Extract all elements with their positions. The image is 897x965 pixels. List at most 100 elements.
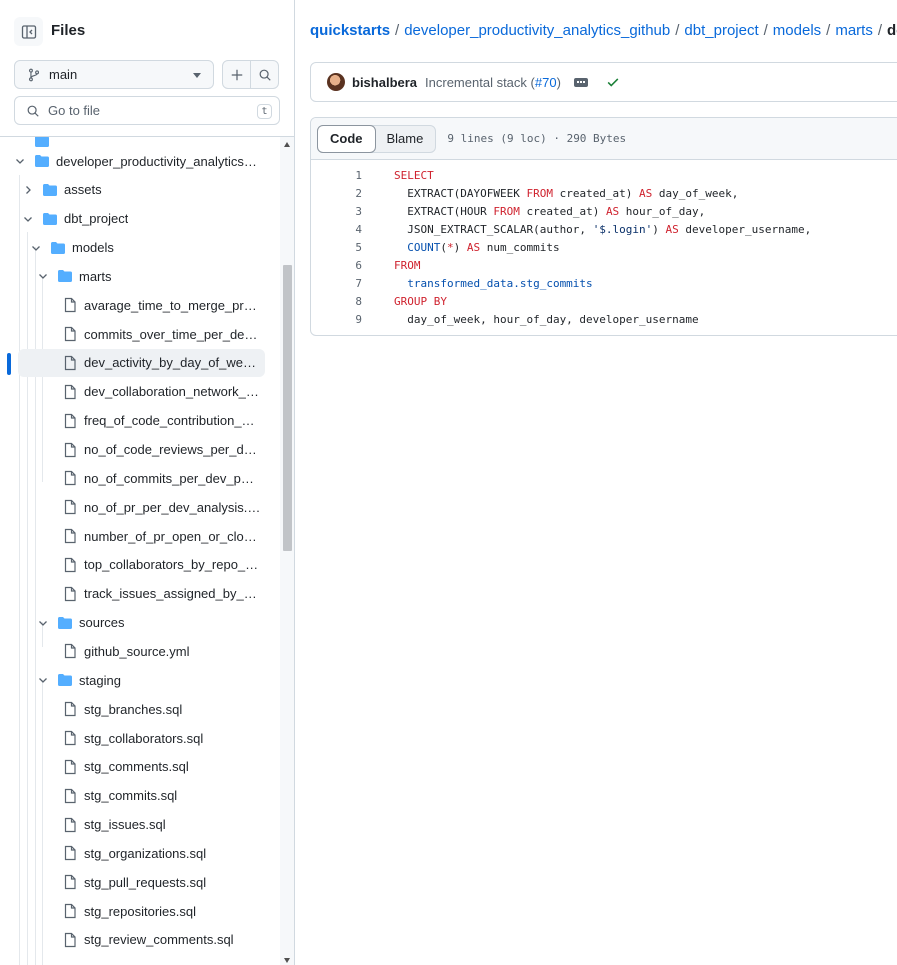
tree-file-stg-comments-sql[interactable]: stg_comments.sql: [0, 753, 265, 781]
add-file-button[interactable]: [222, 60, 251, 89]
tree-file-stg-pull-requests-sql[interactable]: stg_pull_requests.sql: [0, 868, 265, 896]
tree-item-label: top_collaborators_by_repo_…: [84, 557, 259, 573]
breadcrumb-link[interactable]: developer_productivity_analytics_github: [404, 22, 670, 39]
line-number[interactable]: 7: [311, 277, 362, 290]
tree-file-avarage-time-to-merge-pr[interactable]: avarage_time_to_merge_pr…: [0, 291, 265, 319]
tree-file-no-of-pr-per-dev-analysis[interactable]: no_of_pr_per_dev_analysis.…: [0, 493, 265, 521]
file-icon: [64, 384, 76, 399]
code-token: day_of_week, hour_of_day, developer_user…: [394, 312, 699, 326]
folder-icon: [58, 674, 72, 687]
go-to-file-input[interactable]: Go to file t: [14, 96, 280, 125]
tree-folder-staging[interactable]: staging: [0, 666, 265, 694]
scroll-up-arrow-icon[interactable]: [284, 142, 290, 147]
tree-folder-assets[interactable]: assets: [0, 176, 265, 204]
tree-item-label: staging: [79, 672, 121, 688]
tree-item-label: assets: [64, 182, 102, 198]
tree-file-top-collaborators-by-repo[interactable]: top_collaborators_by_repo_…: [0, 551, 265, 579]
sidebar-header: Files main Go to file t: [0, 0, 294, 137]
tree-file-github-source-yml[interactable]: github_source.yml: [0, 637, 265, 665]
tab-code[interactable]: Code: [317, 124, 376, 153]
file-icon: [64, 355, 76, 371]
code-line: 1 SELECT: [311, 166, 897, 184]
file-icon: [64, 557, 76, 572]
code-token: hour_of_day,: [619, 204, 706, 218]
tree-item-label: stg_commits.sql: [84, 788, 178, 804]
breadcrumb-root-link[interactable]: quickstarts: [310, 22, 390, 39]
chevron-down-icon: [39, 274, 47, 280]
line-number[interactable]: 5: [311, 241, 362, 254]
code-line: 6 FROM: [311, 256, 897, 274]
tree-item-label: track_issues_assigned_by_…: [84, 586, 257, 602]
search-files-button[interactable]: [250, 60, 279, 89]
collapse-sidebar-button[interactable]: [14, 17, 43, 46]
tree-item-label: stg_collaborators.sql: [84, 730, 204, 746]
code-text: COUNT(*) AS num_commits: [362, 240, 559, 254]
code-line: 3 EXTRACT(HOUR FROM created_at) AS hour_…: [311, 202, 897, 220]
tree-file-stg-branches-sql[interactable]: stg_branches.sql: [0, 695, 265, 723]
pr-link[interactable]: #70: [535, 75, 557, 90]
line-number[interactable]: 9: [311, 313, 362, 326]
line-number[interactable]: 6: [311, 259, 362, 272]
tree-folder-marts[interactable]: marts: [0, 262, 265, 290]
tree-scrollbar-thumb[interactable]: [283, 265, 292, 551]
line-number[interactable]: 8: [311, 295, 362, 308]
breadcrumb-link[interactable]: dbt_project: [684, 22, 758, 39]
tree-folder-models[interactable]: models: [0, 234, 265, 262]
file-icon: [64, 586, 76, 601]
breadcrumb-link[interactable]: models: [773, 22, 821, 39]
tree-file-stg-commits-sql[interactable]: stg_commits.sql: [0, 782, 265, 810]
tree-item-label: stg_comments.sql: [84, 759, 189, 775]
line-number[interactable]: 4: [311, 223, 362, 236]
file-icon: [64, 413, 76, 428]
code-token: EXTRACT(DAYOFWEEK: [394, 186, 527, 200]
tree-file-no-of-commits-per-dev-p[interactable]: no_of_commits_per_dev_p…: [0, 464, 265, 492]
avatar[interactable]: [327, 73, 345, 91]
commit-author[interactable]: bishalbera: [352, 75, 417, 90]
commit-message[interactable]: Incremental stack (#70): [425, 75, 561, 90]
tree-file-no-of-code-reviews-per-d[interactable]: no_of_code_reviews_per_d…: [0, 436, 265, 464]
file-icon: [64, 702, 76, 717]
breadcrumb-separator: /: [826, 22, 831, 39]
tree-file-stg-issues-sql[interactable]: stg_issues.sql: [0, 811, 265, 839]
tree-scrollbar[interactable]: [280, 137, 294, 965]
branch-selector[interactable]: main: [14, 60, 214, 89]
code-token: created_at): [519, 204, 606, 218]
tree-file-track-issues-assigned-by[interactable]: track_issues_assigned_by_…: [0, 580, 265, 608]
file-icon: [64, 759, 76, 774]
keyboard-shortcut-hint: t: [257, 104, 272, 119]
tab-blame[interactable]: Blame: [375, 126, 436, 152]
tree-item-label: marts: [79, 268, 112, 284]
tree-file-stg-review-comments-sql[interactable]: stg_review_comments.sql: [0, 926, 265, 954]
check-icon[interactable]: [606, 75, 620, 89]
tree-folder-developer-productivity-analytics[interactable]: developer_productivity_analytics…: [0, 147, 265, 175]
tree-folder-dbt-project[interactable]: dbt_project: [0, 205, 265, 233]
file-icon: [64, 644, 76, 659]
search-icon: [259, 69, 271, 81]
tree-file-dev-collaboration-network[interactable]: dev_collaboration_network_…: [0, 378, 265, 406]
sidebar-collapse-icon: [21, 24, 36, 39]
breadcrumb-link[interactable]: marts: [835, 22, 873, 39]
folder-icon: [35, 155, 49, 167]
tree-file-dev-activity-by-day-of-we[interactable]: dev_activity_by_day_of_we…: [18, 348, 265, 377]
line-number[interactable]: 1: [311, 169, 362, 182]
tree-folder-sources[interactable]: sources: [0, 609, 265, 637]
scroll-down-arrow-icon[interactable]: [284, 958, 290, 963]
code-token: JSON_EXTRACT_SCALAR(author,: [394, 222, 593, 236]
tree-file-stg-organizations-sql[interactable]: stg_organizations.sql: [0, 839, 265, 867]
tree-file-stg-repositories-sql[interactable]: stg_repositories.sql: [0, 897, 265, 925]
tree-file-freq-of-code-contribution[interactable]: freq_of_code_contribution_…: [0, 407, 265, 435]
code-token: FROM: [394, 258, 421, 272]
line-number[interactable]: 3: [311, 205, 362, 218]
code-line: 8 GROUP BY: [311, 292, 897, 310]
file-icon: [64, 875, 76, 890]
code-token: AS: [466, 240, 481, 254]
tree-file-commits-over-time-per-de[interactable]: commits_over_time_per_de…: [0, 320, 265, 348]
tree-file-stg-collaborators-sql[interactable]: stg_collaborators.sql: [0, 724, 265, 752]
line-number[interactable]: 2: [311, 187, 362, 200]
tree-item-label: models: [72, 240, 114, 256]
code-viewer: Code Blame 9 lines (9 loc) · 290 Bytes 1…: [310, 117, 897, 336]
ellipsis-icon[interactable]: [573, 77, 588, 87]
tree-file-number-of-pr-open-or-clo[interactable]: number_of_pr_open_or_clo…: [0, 522, 265, 550]
code-token: AS: [605, 204, 620, 218]
tree-item-label: sources: [79, 615, 125, 631]
